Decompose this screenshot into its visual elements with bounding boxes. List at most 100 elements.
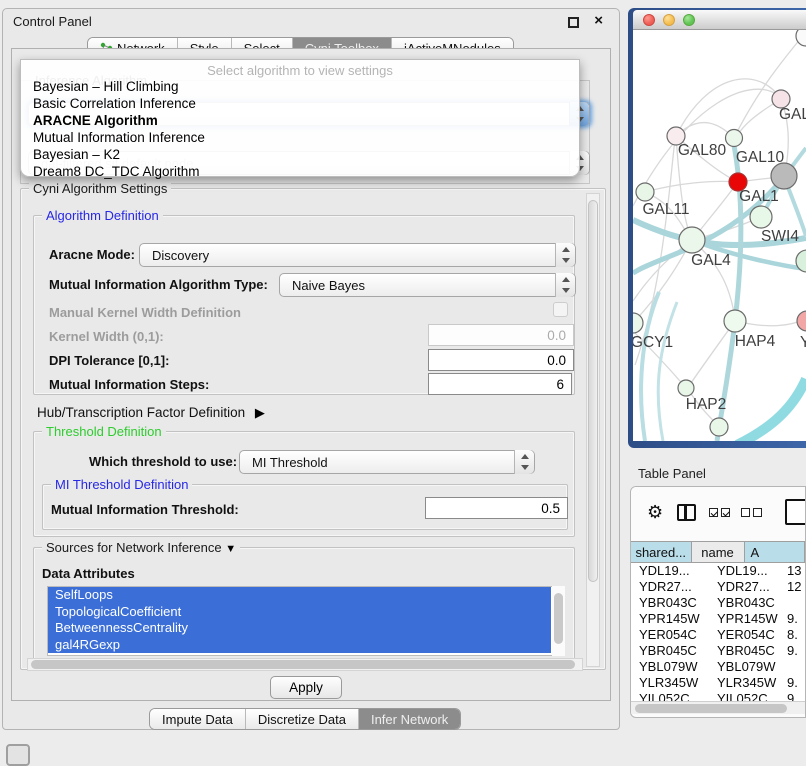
list-item[interactable]: gal4RGexp: [48, 637, 551, 654]
tab-infer-network[interactable]: Infer Network: [359, 709, 460, 729]
table-cell[interactable]: 13: [787, 563, 801, 578]
column-header-partial[interactable]: A: [745, 541, 806, 563]
network-view-window[interactable]: GALGAL80GAL10GAL1GAL11SWI4GAL4GCY1HAP4YH…: [628, 8, 806, 448]
dropdown-item[interactable]: Basic Correlation Inference: [33, 96, 196, 113]
kernel-width-input[interactable]: 0.0: [428, 324, 574, 346]
settings-vertical-scrollbar[interactable]: [586, 193, 600, 667]
tab-discretize-data[interactable]: Discretize Data: [246, 709, 359, 729]
gear-icon[interactable]: ⚙: [647, 503, 663, 521]
network-node-label: HAP2: [686, 396, 727, 413]
dpi-tolerance-input[interactable]: 0.0: [428, 349, 574, 371]
table-cell[interactable]: YER054C: [639, 627, 697, 642]
node-hap4[interactable]: [724, 310, 746, 332]
table-row[interactable]: YIL052C YIL052C 9: [631, 691, 805, 701]
dropdown-item[interactable]: Bayesian – K2: [33, 147, 120, 164]
table-cell[interactable]: YBR043C: [717, 595, 775, 610]
column-view-icon[interactable]: [677, 504, 696, 521]
mi-steps-input[interactable]: 6: [428, 373, 572, 395]
which-threshold-combobox[interactable]: MI Threshold: [239, 450, 535, 474]
minimize-traffic-light-icon[interactable]: [663, 14, 675, 26]
list-item[interactable]: TopologicalCoefficient: [48, 604, 551, 621]
dropdown-item[interactable]: Dream8 DC_TDC Algorithm: [33, 164, 200, 181]
table-cell[interactable]: 9.: [787, 611, 798, 626]
tab-impute-data[interactable]: Impute Data: [150, 709, 246, 729]
sources-title[interactable]: Sources for Network Inference ▼: [42, 540, 240, 555]
float-panel-icon[interactable]: [568, 17, 579, 28]
hub-definition-toggle[interactable]: Hub/Transcription Factor Definition ▶: [37, 405, 265, 421]
table-row[interactable]: YLR345W YLR345W 9.: [631, 675, 805, 691]
mi-algorithm-type-combobox[interactable]: Naive Bayes: [279, 273, 576, 297]
collapsed-panel-icon[interactable]: [6, 744, 30, 766]
list-item[interactable]: BetweennessCentrality: [48, 620, 551, 637]
dropdown-item[interactable]: Bayesian – Hill Climbing: [33, 79, 179, 96]
combo-stepper-icon: [514, 450, 534, 474]
table-cell[interactable]: 9: [787, 691, 794, 701]
table-cell[interactable]: YBL079W: [717, 659, 776, 674]
table-cell[interactable]: 8.: [787, 627, 798, 642]
table-cell[interactable]: YBL079W: [639, 659, 698, 674]
table-cell[interactable]: YIL052C: [639, 691, 690, 701]
apply-button[interactable]: Apply: [270, 676, 342, 699]
network-node-label: GAL10: [736, 149, 785, 166]
node-hap2[interactable]: [678, 380, 694, 396]
close-icon[interactable]: ×: [594, 12, 603, 29]
dropdown-item-selected[interactable]: ARACNE Algorithm: [33, 113, 158, 130]
network-node-label: GAL11: [642, 201, 689, 218]
table-cell[interactable]: YLR345W: [717, 675, 776, 690]
node-gal4[interactable]: [679, 227, 705, 253]
zoom-traffic-light-icon[interactable]: [683, 14, 695, 26]
node-pink-right[interactable]: [797, 311, 806, 331]
mi-algorithm-type-label: Mutual Information Algorithm Type:: [49, 277, 268, 292]
table-row[interactable]: YBR043C YBR043C: [631, 595, 805, 611]
close-traffic-light-icon[interactable]: [643, 14, 655, 26]
network-canvas[interactable]: GALGAL80GAL10GAL1GAL11SWI4GAL4GCY1HAP4YH…: [633, 30, 806, 441]
table-row[interactable]: YPR145W YPR145W 9.: [631, 611, 805, 627]
node-green-bottom[interactable]: [710, 418, 728, 436]
table-cell[interactable]: YBR045C: [639, 643, 697, 658]
table-cell[interactable]: YBR045C: [717, 643, 775, 658]
table-row[interactable]: YER054C YER054C 8.: [631, 627, 805, 643]
manual-kernel-width-checkbox[interactable]: [553, 302, 568, 317]
kernel-width-label: Kernel Width (0,1):: [49, 329, 164, 344]
table-cell[interactable]: YPR145W: [717, 611, 778, 626]
aracne-mode-label: Aracne Mode:: [49, 247, 135, 262]
node-gal10[interactable]: [726, 130, 743, 147]
table-cell[interactable]: YPR145W: [639, 611, 700, 626]
table-cell[interactable]: YDR27...: [717, 579, 770, 594]
node-gal11[interactable]: [636, 183, 654, 201]
aracne-mode-combobox[interactable]: Discovery: [139, 243, 576, 267]
table-cell[interactable]: YDL19...: [717, 563, 768, 578]
select-all-columns-icon[interactable]: [709, 508, 730, 517]
node-top-arc[interactable]: [796, 30, 806, 46]
export-table-icon[interactable]: [785, 499, 806, 525]
node-gcy1[interactable]: [633, 313, 643, 333]
table-row[interactable]: YDR27... YDR27... 12: [631, 579, 805, 595]
unselect-all-columns-icon[interactable]: [741, 508, 762, 517]
table-cell[interactable]: YIL052C: [717, 691, 768, 701]
settings-horizontal-scrollbar[interactable]: [27, 658, 583, 671]
network-node-label: GAL: [779, 106, 806, 123]
table-cell[interactable]: YER054C: [717, 627, 775, 642]
column-header-shared-name[interactable]: shared...: [631, 541, 692, 563]
dropdown-item[interactable]: Mutual Information Inference: [33, 130, 205, 147]
mi-threshold-input[interactable]: 0.5: [425, 497, 568, 519]
attributes-scrollbar[interactable]: [552, 586, 565, 656]
table-cell[interactable]: 12: [787, 579, 801, 594]
table-row[interactable]: YDL19... YDL19... 13: [631, 563, 805, 579]
table-cell[interactable]: YLR345W: [639, 675, 698, 690]
table-row[interactable]: YBR045C YBR045C 9.: [631, 643, 805, 659]
collapse-down-icon: ▼: [225, 543, 236, 555]
table-cell[interactable]: YDR27...: [639, 579, 692, 594]
node-gray[interactable]: [771, 163, 797, 189]
table-cell[interactable]: 9.: [787, 643, 798, 658]
column-header-name[interactable]: name: [692, 541, 745, 563]
table-cell[interactable]: YDL19...: [639, 563, 690, 578]
table-cell[interactable]: YBR043C: [639, 595, 697, 610]
list-item[interactable]: SelfLoops: [48, 587, 551, 604]
table-row[interactable]: YBL079W YBL079W: [631, 659, 805, 675]
node-swi4[interactable]: [750, 206, 772, 228]
table-cell[interactable]: 9.: [787, 675, 798, 690]
network-node-label: HAP4: [735, 333, 776, 350]
table-horizontal-scrollbar[interactable]: [631, 701, 805, 714]
network-window-titlebar[interactable]: [633, 10, 806, 30]
